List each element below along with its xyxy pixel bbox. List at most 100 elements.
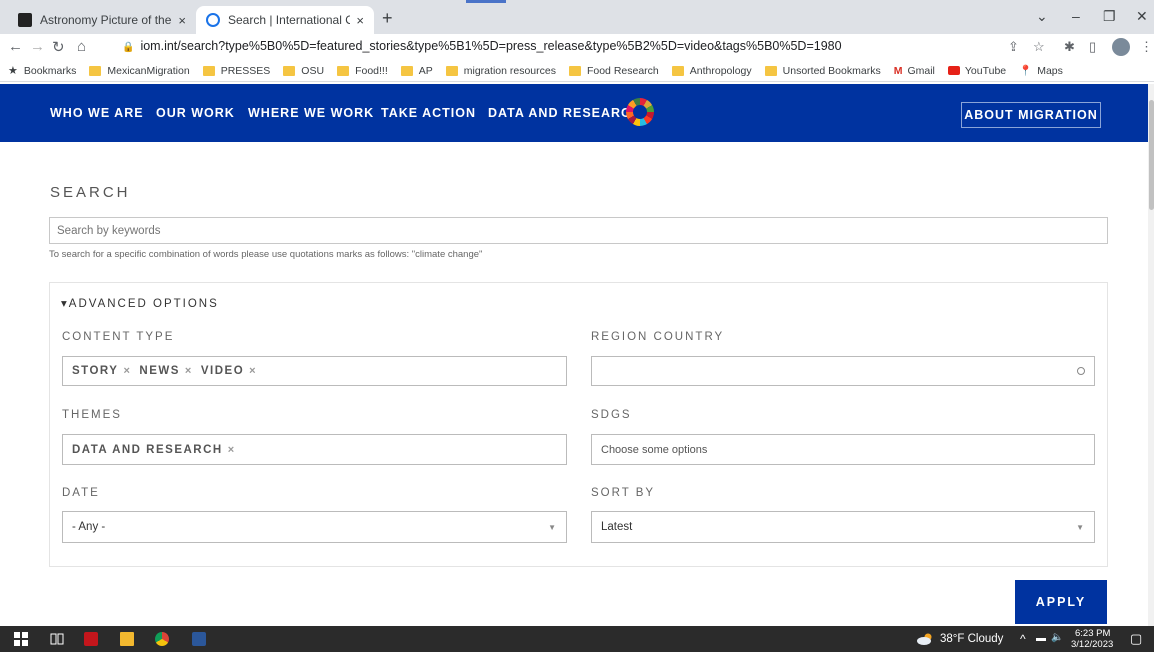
browser-tab-strip: Astronomy Picture of the Day × Search | …	[0, 0, 1154, 34]
page-loading-indicator	[466, 0, 506, 3]
tab-iom-search[interactable]: Search | International Organizatio ×	[196, 6, 374, 34]
chrome-icon[interactable]	[155, 632, 169, 646]
sdgs-label: SDGS	[591, 409, 632, 421]
share-icon[interactable]: ⇪	[1008, 39, 1019, 55]
bookmark-folder[interactable]: PRESSES	[202, 64, 271, 77]
extensions-icon[interactable]: ✱	[1064, 39, 1075, 55]
sdg-wheel-icon[interactable]	[626, 98, 654, 126]
folder-icon	[337, 65, 350, 76]
sdgs-field[interactable]: Choose some options	[591, 434, 1095, 465]
chip-news: NEWS ×	[139, 365, 192, 377]
task-view-icon[interactable]	[50, 632, 64, 646]
maps-pin-icon: 📍	[1019, 65, 1033, 77]
bookmark-folder[interactable]: Food Research	[568, 64, 659, 77]
tab-astronomy[interactable]: Astronomy Picture of the Day ×	[8, 6, 196, 34]
bookmark-label: OSU	[301, 64, 325, 77]
nav-where-we-work[interactable]: WHERE WE WORK	[248, 106, 374, 120]
themes-field[interactable]: DATA AND RESEARCH ×	[62, 434, 567, 465]
reload-icon[interactable]: ↻	[52, 38, 65, 56]
bookmark-label: Anthropology	[689, 64, 752, 77]
bookmarks-button[interactable]: ★ Bookmarks	[8, 64, 77, 78]
bookmark-folder[interactable]: Anthropology	[671, 64, 752, 77]
notifications-icon[interactable]: ▢	[1130, 631, 1142, 647]
scrollbar-thumb[interactable]	[1149, 100, 1154, 210]
home-icon[interactable]: ⌂	[77, 38, 86, 55]
nav-who-we-are[interactable]: WHO WE ARE	[50, 106, 144, 120]
back-icon[interactable]: ←	[8, 38, 23, 55]
date-selected-value: - Any -	[72, 521, 106, 533]
close-tab-icon[interactable]: ×	[356, 13, 364, 28]
themes-label: THEMES	[62, 409, 122, 421]
remove-chip-icon[interactable]: ×	[228, 444, 236, 456]
gmail-icon: M	[893, 64, 903, 77]
forward-icon[interactable]: →	[30, 38, 45, 55]
bookmark-label: YouTube	[964, 64, 1007, 77]
sort-by-label: SORT BY	[591, 487, 656, 499]
page-title: SEARCH	[50, 184, 131, 201]
date-label: DATE	[62, 487, 100, 499]
date-select[interactable]: - Any - ▼	[62, 511, 567, 543]
bookmark-label: Bookmarks	[23, 64, 77, 77]
bookmark-label: migration resources	[463, 64, 556, 77]
region-country-label: REGION COUNTRY	[591, 331, 725, 343]
volume-icon[interactable]: 🔈	[1051, 632, 1063, 643]
nav-our-work[interactable]: OUR WORK	[156, 106, 235, 120]
region-country-field[interactable]	[591, 356, 1095, 386]
chip-label: NEWS	[139, 365, 180, 377]
tab-title: Astronomy Picture of the Day	[40, 13, 172, 27]
new-tab-button[interactable]: +	[382, 8, 393, 29]
bookmark-label: Food Research	[586, 64, 659, 77]
apod-favicon-icon	[18, 13, 32, 27]
minimize-icon[interactable]: –	[1072, 8, 1080, 24]
windows-start-icon[interactable]	[14, 632, 28, 646]
bookmark-label: MexicanMigration	[107, 64, 190, 77]
chip-video: VIDEO ×	[201, 365, 257, 377]
nav-data-and-research[interactable]: DATA AND RESEARCH	[488, 106, 641, 120]
bookmark-maps[interactable]: 📍 Maps	[1019, 64, 1063, 78]
tab-search-icon[interactable]: ⌄	[1036, 8, 1048, 25]
bookmarks-bar: ★ Bookmarks MexicanMigration PRESSES OSU …	[0, 60, 1154, 82]
network-icon[interactable]: ▬	[1036, 633, 1046, 644]
side-panel-icon[interactable]: ▯	[1089, 39, 1096, 55]
weather-text[interactable]: 38°F Cloudy	[940, 633, 1003, 645]
nav-take-action[interactable]: TAKE ACTION	[381, 106, 476, 120]
window-close-icon[interactable]: ✕	[1136, 8, 1148, 25]
clock-date[interactable]: 3/12/2023	[1071, 639, 1113, 650]
bookmark-folder[interactable]: migration resources	[445, 64, 556, 77]
advanced-options-toggle[interactable]: ▾ADVANCED OPTIONS	[61, 296, 219, 310]
weather-cloud-icon	[917, 632, 933, 645]
remove-chip-icon[interactable]: ×	[249, 365, 257, 377]
maximize-icon[interactable]: ❐	[1103, 8, 1116, 25]
bookmark-folder[interactable]: Unsorted Bookmarks	[764, 65, 881, 77]
bookmark-folder[interactable]: Food!!!	[337, 65, 388, 77]
bookmark-folder[interactable]: AP	[400, 65, 433, 77]
search-hint: To search for a specific combination of …	[49, 249, 483, 260]
about-migration-button[interactable]: ABOUT MIGRATION	[961, 102, 1101, 128]
folder-icon	[445, 65, 458, 76]
menu-icon[interactable]: ⋮	[1140, 39, 1153, 55]
file-explorer-icon[interactable]	[120, 632, 134, 646]
profile-avatar[interactable]	[1112, 38, 1130, 56]
sort-by-select[interactable]: Latest ▼	[591, 511, 1095, 543]
bookmark-gmail[interactable]: M Gmail	[894, 65, 935, 77]
windows-taskbar: 38°F Cloudy ^ ▬ 🔈 6:23 PM 3/12/2023 ▢	[0, 626, 1154, 652]
clock-time[interactable]: 6:23 PM	[1075, 628, 1110, 639]
search-input[interactable]	[49, 217, 1108, 244]
url-field[interactable]: 🔒 iom.int/search?type%5B0%5D=featured_sto…	[122, 39, 842, 53]
close-tab-icon[interactable]: ×	[178, 13, 186, 28]
apply-button[interactable]: APPLY	[1015, 580, 1107, 624]
remove-chip-icon[interactable]: ×	[123, 365, 131, 377]
bookmark-youtube[interactable]: YouTube	[947, 64, 1007, 77]
remove-chip-icon[interactable]: ×	[185, 365, 193, 377]
bookmark-label: PRESSES	[220, 64, 271, 77]
bookmark-folder[interactable]: MexicanMigration	[89, 64, 190, 77]
bookmark-folder[interactable]: OSU	[283, 65, 324, 77]
acrobat-icon[interactable]	[84, 632, 98, 646]
chip-label: VIDEO	[200, 365, 245, 377]
content-type-field[interactable]: STORY × NEWS × VIDEO ×	[62, 356, 567, 386]
word-icon[interactable]	[192, 632, 206, 646]
folder-icon	[400, 65, 413, 76]
tray-overflow-icon[interactable]: ^	[1020, 632, 1026, 646]
sort-selected-value: Latest	[601, 521, 633, 533]
bookmark-star-icon[interactable]: ☆	[1033, 39, 1045, 55]
